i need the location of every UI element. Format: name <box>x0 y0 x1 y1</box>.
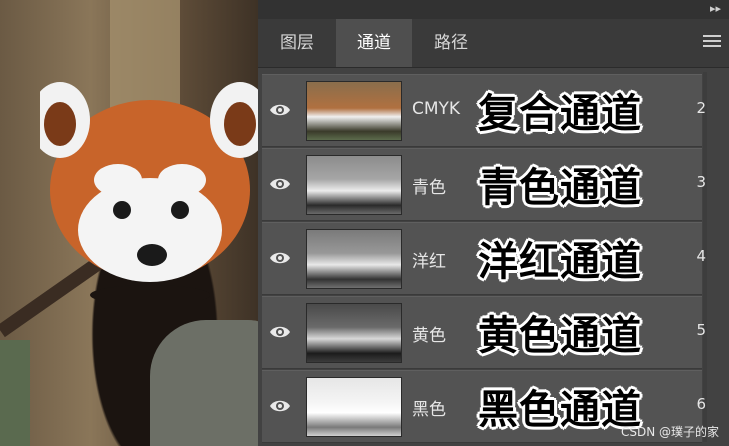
channel-thumbnail <box>306 81 402 141</box>
double-chevron-right-icon[interactable]: ▸▸ <box>710 2 721 15</box>
red-panda-face-image <box>40 82 258 300</box>
watermark: CSDN @璞子的家 <box>620 425 719 439</box>
channel-shortcut: 3 <box>696 173 706 191</box>
eye-icon[interactable] <box>268 321 292 343</box>
channel-shortcut: 4 <box>696 247 706 265</box>
channel-name: CMYK <box>412 99 461 119</box>
channel-annotation: 洋红通道 <box>478 239 642 285</box>
channel-name: 黑色 <box>412 400 446 420</box>
channel-annotation: 青色通道 <box>478 165 642 211</box>
panel-topbar: ▸▸ <box>258 0 729 19</box>
channel-thumbnail <box>306 377 402 437</box>
eye-icon[interactable] <box>268 395 292 417</box>
eye-icon[interactable] <box>268 173 292 195</box>
channel-thumbnail <box>306 155 402 215</box>
channel-name: 黄色 <box>412 326 446 346</box>
tab-layers[interactable]: 图层 <box>260 19 334 67</box>
channels-panel: ▸▸ 图层 通道 路径 CMYK 复合通道 2 青色 青色通道 3 洋红 洋红通… <box>258 0 729 446</box>
channel-name: 洋红 <box>412 252 446 272</box>
channel-name: 青色 <box>412 178 446 198</box>
channel-row-cyan[interactable]: 青色 青色通道 3 <box>262 148 706 221</box>
channel-shortcut: 6 <box>696 395 706 413</box>
eye-icon[interactable] <box>268 247 292 269</box>
channel-thumbnail <box>306 303 402 363</box>
hamburger-menu-icon[interactable] <box>703 35 721 49</box>
channel-row-magenta[interactable]: 洋红 洋红通道 4 <box>262 222 706 295</box>
channel-row-yellow[interactable]: 黄色 黄色通道 5 <box>262 296 706 369</box>
channel-annotation: 黄色通道 <box>478 313 642 359</box>
channel-annotation: 复合通道 <box>478 91 642 137</box>
tab-channels[interactable]: 通道 <box>336 19 412 67</box>
channel-row-cmyk[interactable]: CMYK 复合通道 2 <box>262 74 706 147</box>
channel-shortcut: 2 <box>696 99 706 117</box>
tab-paths[interactable]: 路径 <box>414 19 488 67</box>
eye-icon[interactable] <box>268 99 292 121</box>
channel-thumbnail <box>306 229 402 289</box>
channel-shortcut: 5 <box>696 321 706 339</box>
panel-tabs: 图层 通道 路径 <box>258 19 729 68</box>
red-panda-photo <box>0 0 258 446</box>
